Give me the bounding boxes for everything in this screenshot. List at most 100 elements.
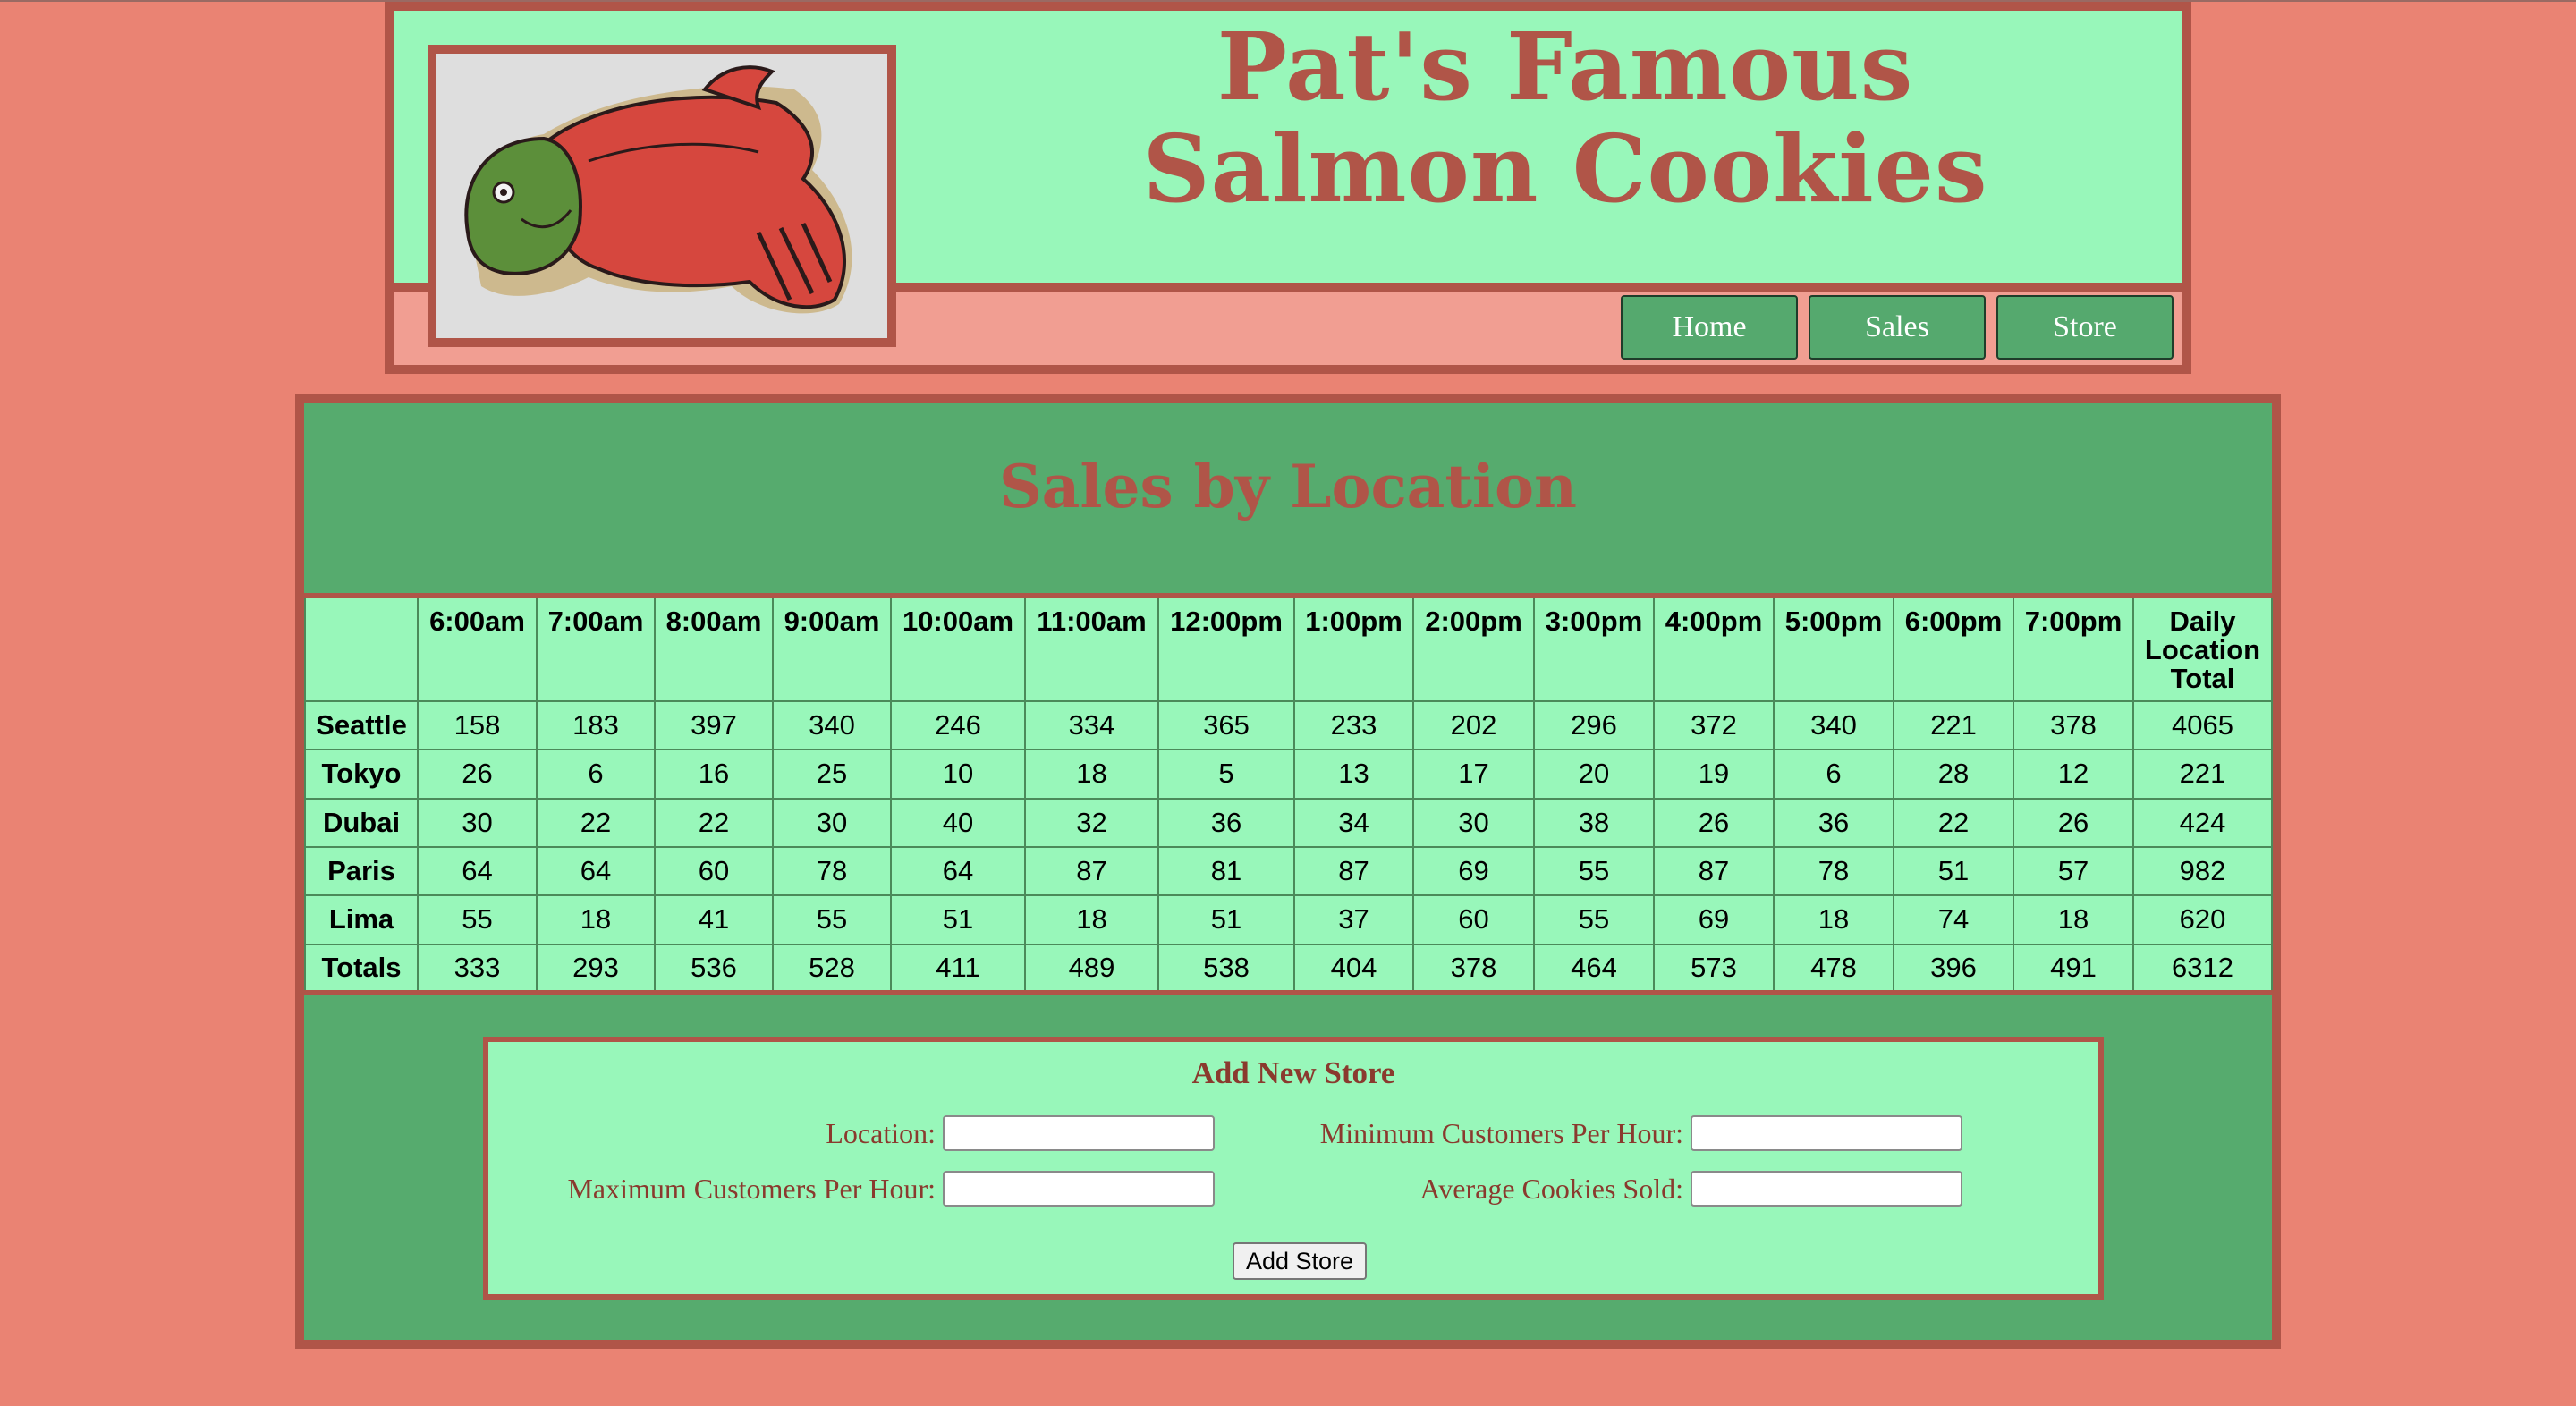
site-header: Pat's Famous Salmon Cookies Home Sales S… — [385, 2, 2191, 374]
row-location-label: Dubai — [304, 797, 419, 848]
salmon-cookie-icon — [436, 54, 887, 338]
sales-section: Sales by Location 6:00am 7:00am 8:00am 9:00… — [295, 394, 2281, 1349]
avg-cookies-label: Average Cookies Sold: — [1419, 1173, 1683, 1205]
sales-cell: 40 — [890, 797, 1026, 848]
column-header: 2:00pm — [1412, 595, 1535, 702]
sales-cell: 28 — [1893, 749, 2014, 800]
min-customers-input[interactable] — [1690, 1115, 1962, 1151]
sales-cell: 340 — [772, 699, 892, 751]
column-header: 8:00am — [654, 595, 774, 702]
add-store-button[interactable]: Add Store — [1233, 1242, 1367, 1280]
sales-cell: 202 — [1412, 699, 1535, 751]
sales-cell: 41 — [654, 894, 774, 945]
sales-cell: 397 — [654, 699, 774, 751]
nav-home-button[interactable]: Home — [1621, 295, 1798, 360]
column-header: 7:00am — [536, 595, 656, 702]
table-header-row: 6:00am 7:00am 8:00am 9:00am 10:00am 11:00am 12… — [304, 595, 2273, 702]
daily-total-cell: 4065 — [2132, 699, 2273, 751]
sales-cell: 296 — [1533, 699, 1655, 751]
nav-sales-button[interactable]: Sales — [1809, 295, 1986, 360]
table-row: Dubai 30 22 22 30 40 32 36 34 30 38 26 36 22 26 424 — [304, 797, 2273, 848]
form-title: Add New Store — [1191, 1055, 1395, 1090]
sales-cell: 64 — [417, 845, 538, 897]
daily-total-cell: 424 — [2132, 797, 2273, 848]
sales-cell: 36 — [1773, 797, 1894, 848]
sales-cell: 12 — [2012, 749, 2134, 800]
column-header: 6:00am — [417, 595, 538, 702]
sales-cell: 30 — [417, 797, 538, 848]
site-title: Pat's Famous Salmon Cookies — [1073, 16, 2057, 220]
column-header: 6:00pm — [1893, 595, 2014, 702]
row-location-label: Totals — [304, 943, 419, 995]
column-header: 7:00pm — [2012, 595, 2134, 702]
row-location-label: Tokyo — [304, 749, 419, 800]
site-title-line-2: Salmon Cookies — [1142, 114, 1988, 224]
column-header: 10:00am — [890, 595, 1026, 702]
nav-store-button[interactable]: Store — [1996, 295, 2174, 360]
add-store-form: Add New Store Location: Minimum Customer… — [483, 1037, 2104, 1300]
sales-cell: 51 — [890, 894, 1026, 945]
sales-cell: 78 — [772, 845, 892, 897]
sales-cell: 18 — [1024, 749, 1159, 800]
sales-cell: 333 — [417, 943, 538, 995]
column-header: 12:00pm — [1157, 595, 1295, 702]
sales-cell: 18 — [1773, 894, 1894, 945]
sales-cell: 404 — [1293, 943, 1414, 995]
sales-cell: 528 — [772, 943, 892, 995]
sales-cell: 22 — [654, 797, 774, 848]
sales-cell: 22 — [1893, 797, 2014, 848]
sales-cell: 34 — [1293, 797, 1414, 848]
sales-cell: 18 — [536, 894, 656, 945]
sales-cell: 10 — [890, 749, 1026, 800]
sales-cell: 51 — [1893, 845, 2014, 897]
avg-cookies-input[interactable] — [1690, 1171, 1962, 1207]
sales-cell: 36 — [1157, 797, 1295, 848]
location-label: Location: — [826, 1117, 936, 1149]
table-row: Paris 64 64 60 78 64 87 81 87 69 55 87 78 51 57 982 — [304, 845, 2273, 897]
table-row: Tokyo 26 6 16 25 10 18 5 13 17 20 19 6 28 12 221 — [304, 749, 2273, 800]
daily-total-cell: 221 — [2132, 749, 2273, 800]
column-header: Daily Location Total — [2132, 595, 2273, 702]
sales-cell: 26 — [1653, 797, 1775, 848]
totals-row: Totals 333 293 536 528 411 489 538 404 378 464 573 4… — [304, 943, 2273, 995]
sales-cell: 55 — [1533, 845, 1655, 897]
sales-cell: 38 — [1533, 797, 1655, 848]
sales-cell: 55 — [772, 894, 892, 945]
sales-cell: 26 — [2012, 797, 2134, 848]
sales-cell: 55 — [417, 894, 538, 945]
sales-cell: 51 — [1157, 894, 1295, 945]
sales-cell: 20 — [1533, 749, 1655, 800]
sales-cell: 478 — [1773, 943, 1894, 995]
sales-cell: 411 — [890, 943, 1026, 995]
sales-cell: 87 — [1293, 845, 1414, 897]
sales-cell: 246 — [890, 699, 1026, 751]
sales-cell: 30 — [1412, 797, 1535, 848]
table-row: Seattle 158 183 397 340 246 334 365 233 202 296 372… — [304, 699, 2273, 751]
daily-total-cell: 620 — [2132, 894, 2273, 945]
sales-cell: 32 — [1024, 797, 1159, 848]
sales-cell: 538 — [1157, 943, 1295, 995]
sales-cell: 13 — [1293, 749, 1414, 800]
sales-cell: 25 — [772, 749, 892, 800]
daily-total-cell: 6312 — [2132, 943, 2273, 995]
sales-cell: 365 — [1157, 699, 1295, 751]
sales-cell: 372 — [1653, 699, 1775, 751]
sales-cell: 18 — [2012, 894, 2134, 945]
sales-cell: 334 — [1024, 699, 1159, 751]
max-customers-label: Maximum Customers Per Hour: — [567, 1173, 936, 1205]
salmon-cookie-logo — [428, 45, 896, 347]
column-header: 9:00am — [772, 595, 892, 702]
column-header: 4:00pm — [1653, 595, 1775, 702]
corner-header-cell — [304, 595, 419, 702]
sales-cell: 573 — [1653, 943, 1775, 995]
sales-cell: 19 — [1653, 749, 1775, 800]
sales-cell: 183 — [536, 699, 656, 751]
sales-cell: 81 — [1157, 845, 1295, 897]
sales-cell: 378 — [1412, 943, 1535, 995]
sales-cell: 340 — [1773, 699, 1894, 751]
sales-cell: 26 — [417, 749, 538, 800]
sales-cell: 378 — [2012, 699, 2134, 751]
sales-cell: 293 — [536, 943, 656, 995]
sales-cell: 17 — [1412, 749, 1535, 800]
sales-cell: 6 — [1773, 749, 1894, 800]
